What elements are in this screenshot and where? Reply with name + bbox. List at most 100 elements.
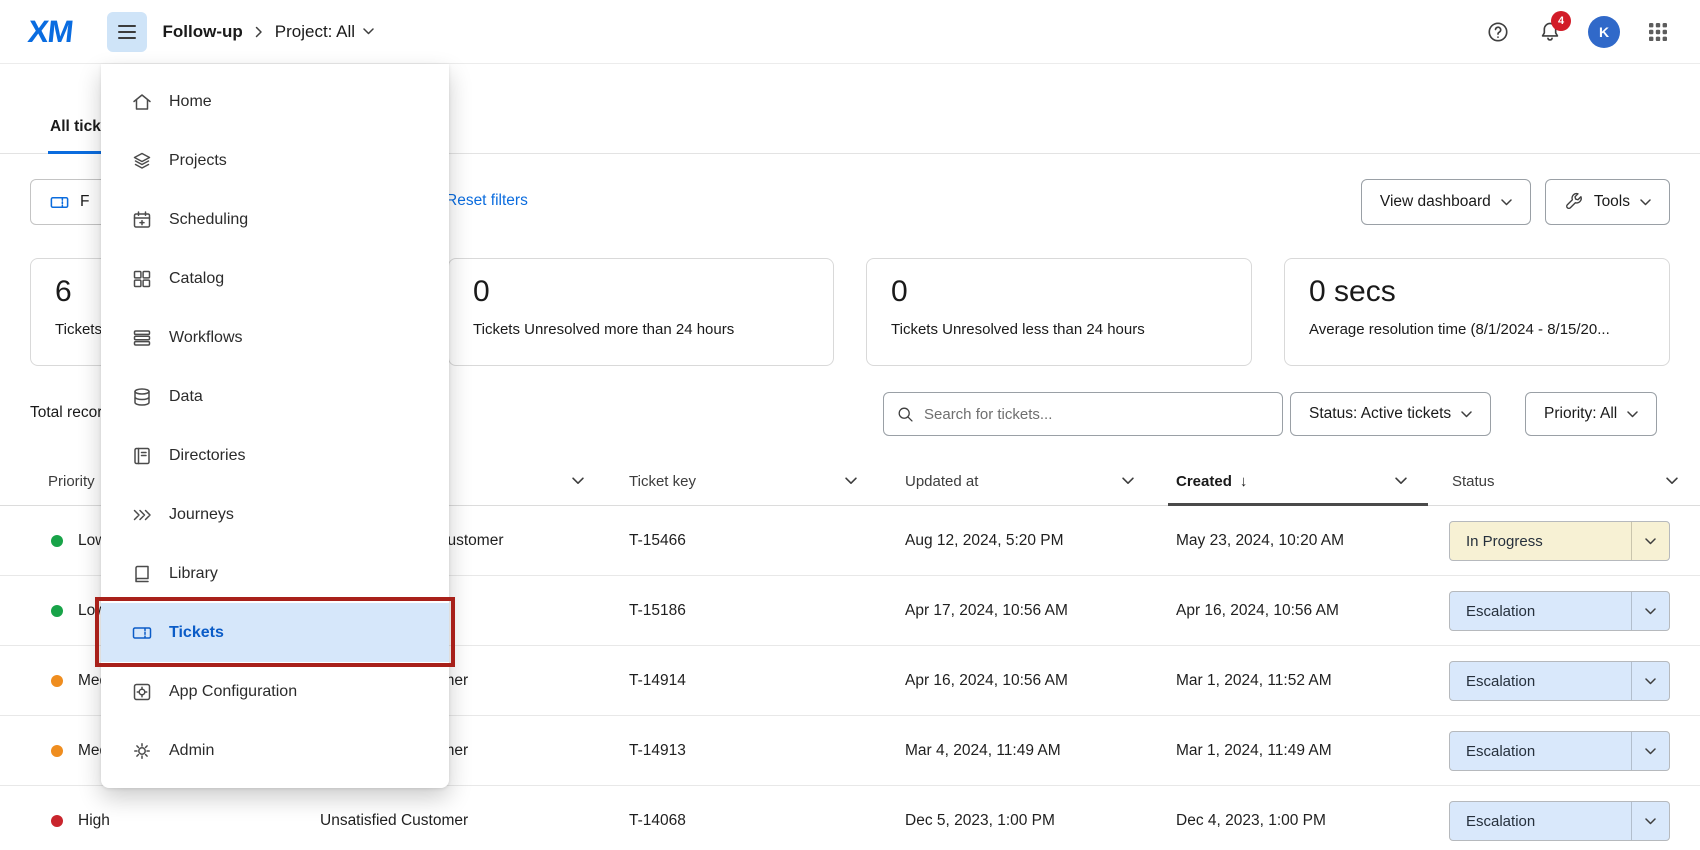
column-header-label: Priority <box>48 473 95 490</box>
priority-filter-label: Priority: All <box>1544 405 1617 423</box>
menu-item-label: Catalog <box>169 270 224 288</box>
breadcrumb-separator-icon <box>255 26 263 38</box>
stat-value: 0 <box>891 275 1227 309</box>
priority-dot <box>51 675 63 687</box>
priority-filter-dropdown[interactable]: Priority: All <box>1525 392 1657 436</box>
tools-button[interactable]: Tools <box>1545 179 1670 225</box>
cell-updated-at: Apr 16, 2024, 10:56 AM <box>905 646 1068 716</box>
ticket-icon <box>131 622 153 644</box>
priority-dot <box>51 535 63 547</box>
column-sort-chevron-icon[interactable] <box>1666 477 1678 485</box>
menu-item-catalog[interactable]: Catalog <box>101 249 449 308</box>
menu-item-label: Scheduling <box>169 211 248 229</box>
menu-item-library[interactable]: Library <box>101 544 449 603</box>
directories-icon <box>131 445 153 467</box>
priority-dot <box>51 815 63 827</box>
cell-created: Dec 4, 2023, 1:00 PM <box>1176 786 1326 850</box>
stat-value: 0 secs <box>1309 275 1645 309</box>
top-bar: XM Follow-up Project: All <box>0 0 1700 64</box>
column-header-created[interactable]: Created ↓ <box>1176 456 1247 506</box>
column-sort-chevron-icon[interactable] <box>1395 477 1407 485</box>
chevron-down-icon[interactable] <box>1631 732 1669 770</box>
app-configuration-icon <box>131 681 153 703</box>
chevron-down-icon <box>1627 411 1638 418</box>
stat-label: Tickets Unresolved less than 24 hours <box>891 321 1227 338</box>
stat-card-unresolved-more-24h: 0 Tickets Unresolved more than 24 hours <box>448 258 834 366</box>
menu-item-journeys[interactable]: Journeys <box>101 485 449 544</box>
status-filter-dropdown[interactable]: Status: Active tickets <box>1290 392 1491 436</box>
chevron-down-icon <box>1501 199 1512 206</box>
menu-item-directories[interactable]: Directories <box>101 426 449 485</box>
column-header-ticket-key[interactable]: Ticket key <box>629 456 696 506</box>
status-dropdown[interactable]: In Progress <box>1449 521 1670 561</box>
ticket-filter-button-label: F <box>80 193 89 211</box>
status-dropdown[interactable]: Escalation <box>1449 801 1670 841</box>
menu-item-workflows[interactable]: Workflows <box>101 308 449 367</box>
reset-filters-link[interactable]: Reset filters <box>446 192 528 210</box>
menu-item-label: App Configuration <box>169 683 297 701</box>
menu-item-label: Directories <box>169 447 245 465</box>
menu-item-app-configuration[interactable]: App Configuration <box>101 662 449 721</box>
chevron-down-icon[interactable] <box>1631 662 1669 700</box>
status-dropdown[interactable]: Escalation <box>1449 661 1670 701</box>
column-sort-chevron-icon[interactable] <box>572 477 584 485</box>
menu-item-label: Data <box>169 388 203 406</box>
chevron-down-icon <box>1640 199 1651 206</box>
menu-item-data[interactable]: Data <box>101 367 449 426</box>
cell-updated-at: Mar 4, 2024, 11:49 AM <box>905 716 1061 786</box>
menu-item-tickets[interactable]: Tickets <box>101 603 449 662</box>
chevron-down-icon[interactable] <box>1631 802 1669 840</box>
library-icon <box>131 563 153 585</box>
app-switcher-button[interactable] <box>1644 18 1672 46</box>
project-selector[interactable]: Project: All <box>275 22 374 42</box>
table-row[interactable]: High Unsatisfied Customer T-14068 Dec 5,… <box>0 786 1700 850</box>
breadcrumb-section[interactable]: Follow-up <box>163 22 243 42</box>
status-badge-label: Escalation <box>1450 662 1631 700</box>
journeys-icon <box>131 504 153 526</box>
column-header-updated-at[interactable]: Updated at <box>905 456 978 506</box>
chevron-down-icon[interactable] <box>1631 592 1669 630</box>
help-icon <box>1486 20 1510 44</box>
cell-created: Apr 16, 2024, 10:56 AM <box>1176 576 1339 646</box>
help-button[interactable] <box>1484 18 1512 46</box>
hamburger-menu-button[interactable] <box>107 12 147 52</box>
cell-priority: High <box>78 786 110 850</box>
column-sort-chevron-icon[interactable] <box>845 477 857 485</box>
project-selector-label: Project: All <box>275 22 355 42</box>
cell-ticket-key: T-14914 <box>629 646 686 716</box>
menu-item-label: Tickets <box>169 624 224 642</box>
column-header-status[interactable]: Status <box>1452 456 1495 506</box>
column-header-label: Created <box>1176 473 1232 490</box>
search-input[interactable] <box>924 406 1270 423</box>
search-box[interactable] <box>883 392 1283 436</box>
status-badge-label: In Progress <box>1450 522 1631 560</box>
menu-item-home[interactable]: Home <box>101 72 449 131</box>
priority-dot <box>51 605 63 617</box>
chevron-down-icon[interactable] <box>1631 522 1669 560</box>
cell-ticket-key: T-14913 <box>629 716 686 786</box>
column-header-label: Updated at <box>905 473 978 490</box>
status-dropdown[interactable]: Escalation <box>1449 591 1670 631</box>
cell-updated-at: Apr 17, 2024, 10:56 AM <box>905 576 1068 646</box>
priority-dot <box>51 745 63 757</box>
status-dropdown[interactable]: Escalation <box>1449 731 1670 771</box>
column-sort-chevron-icon[interactable] <box>1122 477 1134 485</box>
cell-ticket-name: Unsatisfied Customer <box>320 786 468 850</box>
column-header-priority[interactable]: Priority <box>48 456 95 506</box>
menu-item-projects[interactable]: Projects <box>101 131 449 190</box>
stat-value: 0 <box>473 275 809 309</box>
avatar[interactable]: K <box>1588 16 1620 48</box>
sort-descending-icon: ↓ <box>1240 473 1248 490</box>
menu-item-scheduling[interactable]: Scheduling <box>101 190 449 249</box>
projects-icon <box>131 150 153 172</box>
column-header-label: Status <box>1452 473 1495 490</box>
menu-item-admin[interactable]: Admin <box>101 721 449 780</box>
menu-item-label: Library <box>169 565 218 583</box>
cell-ticket-key: T-15466 <box>629 506 686 576</box>
menu-item-label: Journeys <box>169 506 234 524</box>
view-dashboard-button[interactable]: View dashboard <box>1361 179 1531 225</box>
cell-updated-at: Aug 12, 2024, 5:20 PM <box>905 506 1064 576</box>
notifications-button[interactable]: 4 <box>1536 18 1564 46</box>
xm-logo: XM <box>26 14 74 50</box>
search-icon <box>896 405 915 424</box>
